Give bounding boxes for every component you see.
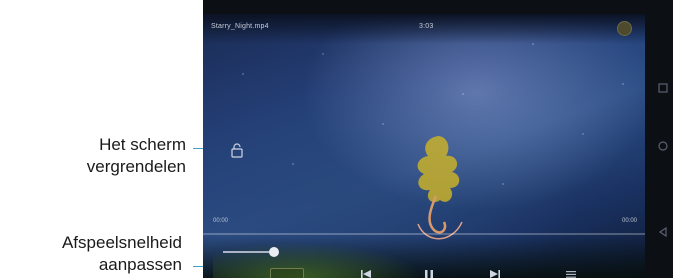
skip-next-icon[interactable] bbox=[487, 268, 503, 278]
speed-slider-knob[interactable] bbox=[269, 247, 279, 257]
lock-callout-line2: vergrendelen bbox=[86, 157, 186, 176]
player-top-bar: Starry_Night.mp4 3:03 bbox=[203, 14, 645, 44]
grass-foreground bbox=[213, 242, 423, 278]
home-icon[interactable] bbox=[657, 140, 669, 152]
time-row: 00:00 00:00 bbox=[203, 218, 645, 228]
lock-callout-line1: Het scherm bbox=[99, 135, 186, 154]
playback-speed-callout: Afspeelsnelheid aanpassen bbox=[62, 232, 182, 276]
elapsed-time: 00:00 bbox=[213, 218, 229, 224]
playback-speed-button[interactable] bbox=[270, 268, 304, 278]
speed-slider-track[interactable] bbox=[223, 251, 275, 253]
settings-icon[interactable] bbox=[617, 21, 632, 36]
tree-silhouette bbox=[417, 136, 463, 240]
lock-screen-callout: Het scherm vergrendelen bbox=[87, 134, 186, 178]
back-icon[interactable] bbox=[657, 226, 669, 238]
status-clock: 3:03 bbox=[419, 23, 434, 30]
speed-callout-line2: aanpassen bbox=[98, 255, 182, 274]
recent-apps-icon[interactable] bbox=[657, 82, 669, 94]
lock-icon[interactable] bbox=[229, 142, 245, 158]
pause-icon[interactable] bbox=[421, 268, 437, 278]
video-file-name: Starry_Night.mp4 bbox=[211, 23, 269, 30]
seek-bar[interactable] bbox=[203, 233, 645, 235]
menu-icon[interactable] bbox=[563, 268, 579, 278]
video-player-screen[interactable]: Starry_Night.mp4 3:03 00:00 00:00 bbox=[203, 14, 645, 278]
speed-callout-line1: Afspeelsnelheid bbox=[61, 233, 182, 252]
skip-previous-icon[interactable] bbox=[358, 268, 374, 278]
total-time: 00:00 bbox=[621, 218, 637, 224]
